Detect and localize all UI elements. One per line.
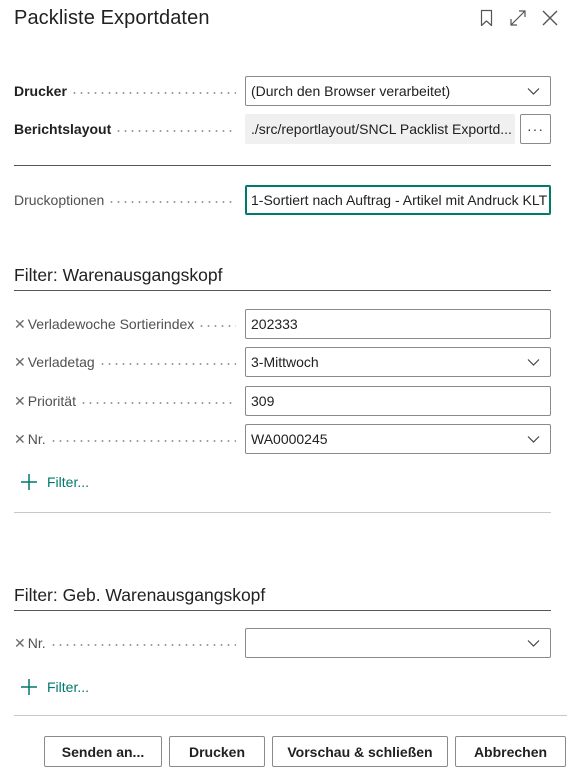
filter-row-shipping-day: ✕ Verladetag 3-Mittwoch	[14, 347, 551, 377]
remove-filter-icon[interactable]: ✕	[14, 354, 26, 371]
preview-close-button[interactable]: Vorschau & schließen	[272, 736, 448, 767]
filter-row-sort-index: ✕ Verladewoche Sortierindex 202333	[14, 309, 551, 339]
filter-label: ✕ Verladetag	[14, 347, 242, 377]
print-options-label: Druckoptionen	[14, 185, 242, 215]
dialog-title: Packliste Exportdaten	[14, 7, 210, 29]
add-filter-link[interactable]: Filter...	[20, 471, 89, 493]
filter-label: ✕ Nr.	[14, 628, 242, 658]
filter-section-end-divider	[14, 512, 551, 513]
bookmark-icon[interactable]	[477, 8, 497, 28]
sort-index-input[interactable]: 202333	[245, 309, 551, 339]
remove-filter-icon[interactable]: ✕	[14, 316, 26, 333]
layout-field[interactable]: ./src/reportlayout/SNCL Packlist Exportd…	[245, 114, 515, 144]
filter-label: ✕ Verladewoche Sortierindex	[14, 309, 242, 339]
remove-filter-icon[interactable]: ✕	[14, 431, 26, 448]
close-icon[interactable]	[540, 8, 560, 28]
expand-icon[interactable]	[508, 8, 528, 28]
printer-select[interactable]: (Durch den Browser verarbeitet)	[245, 76, 551, 106]
remove-filter-icon[interactable]: ✕	[14, 393, 26, 410]
shipping-day-select[interactable]: 3-Mittwoch	[245, 347, 551, 377]
layout-row: Berichtslayout ./src/reportlayout/SNCL P…	[14, 114, 551, 144]
chevron-down-icon	[527, 640, 540, 647]
footer-divider	[14, 715, 567, 716]
priority-input[interactable]: 309	[245, 386, 551, 416]
printer-label: Drucker	[14, 76, 242, 106]
layout-assist-button[interactable]: ···	[520, 114, 551, 144]
filter-row-number: ✕ Nr. WA0000245	[14, 424, 551, 454]
filter-section-title: Filter: Geb. Warenausgangskopf	[14, 585, 266, 605]
remove-filter-icon[interactable]: ✕	[14, 635, 26, 652]
print-options-row: Druckoptionen 1-Sortiert nach Auftrag - …	[14, 185, 551, 215]
filter-label: ✕ Nr.	[14, 424, 242, 454]
number-select[interactable]: WA0000245	[245, 424, 551, 454]
plus-icon	[21, 679, 37, 695]
printer-value: (Durch den Browser verarbeitet)	[251, 83, 451, 99]
cancel-button[interactable]: Abbrechen	[455, 736, 566, 767]
chevron-down-icon	[527, 88, 540, 95]
filter-label: ✕ Priorität	[14, 386, 242, 416]
posted-number-select[interactable]	[245, 628, 551, 658]
add-filter-link[interactable]: Filter...	[20, 676, 89, 698]
filter-section-title: Filter: Warenausgangskopf	[14, 265, 223, 285]
filter-section-divider	[14, 610, 551, 611]
options-divider	[14, 165, 551, 166]
filter-row-priority: ✕ Priorität 309	[14, 386, 551, 416]
layout-value: ./src/reportlayout/SNCL Packlist Exportd…	[251, 121, 512, 137]
send-to-button[interactable]: Senden an...	[44, 736, 162, 767]
chevron-down-icon	[527, 436, 540, 443]
layout-label: Berichtslayout	[14, 114, 242, 144]
print-button[interactable]: Drucken	[169, 736, 265, 767]
filter-section-divider	[14, 290, 551, 291]
plus-icon	[21, 474, 37, 490]
print-options-value: 1-Sortiert nach Auftrag - Artikel mit An…	[251, 192, 548, 208]
printer-row: Drucker (Durch den Browser verarbeitet)	[14, 76, 551, 106]
print-options-input[interactable]: 1-Sortiert nach Auftrag - Artikel mit An…	[245, 185, 551, 215]
filter-row-posted-number: ✕ Nr.	[14, 628, 551, 658]
chevron-down-icon	[527, 359, 540, 366]
